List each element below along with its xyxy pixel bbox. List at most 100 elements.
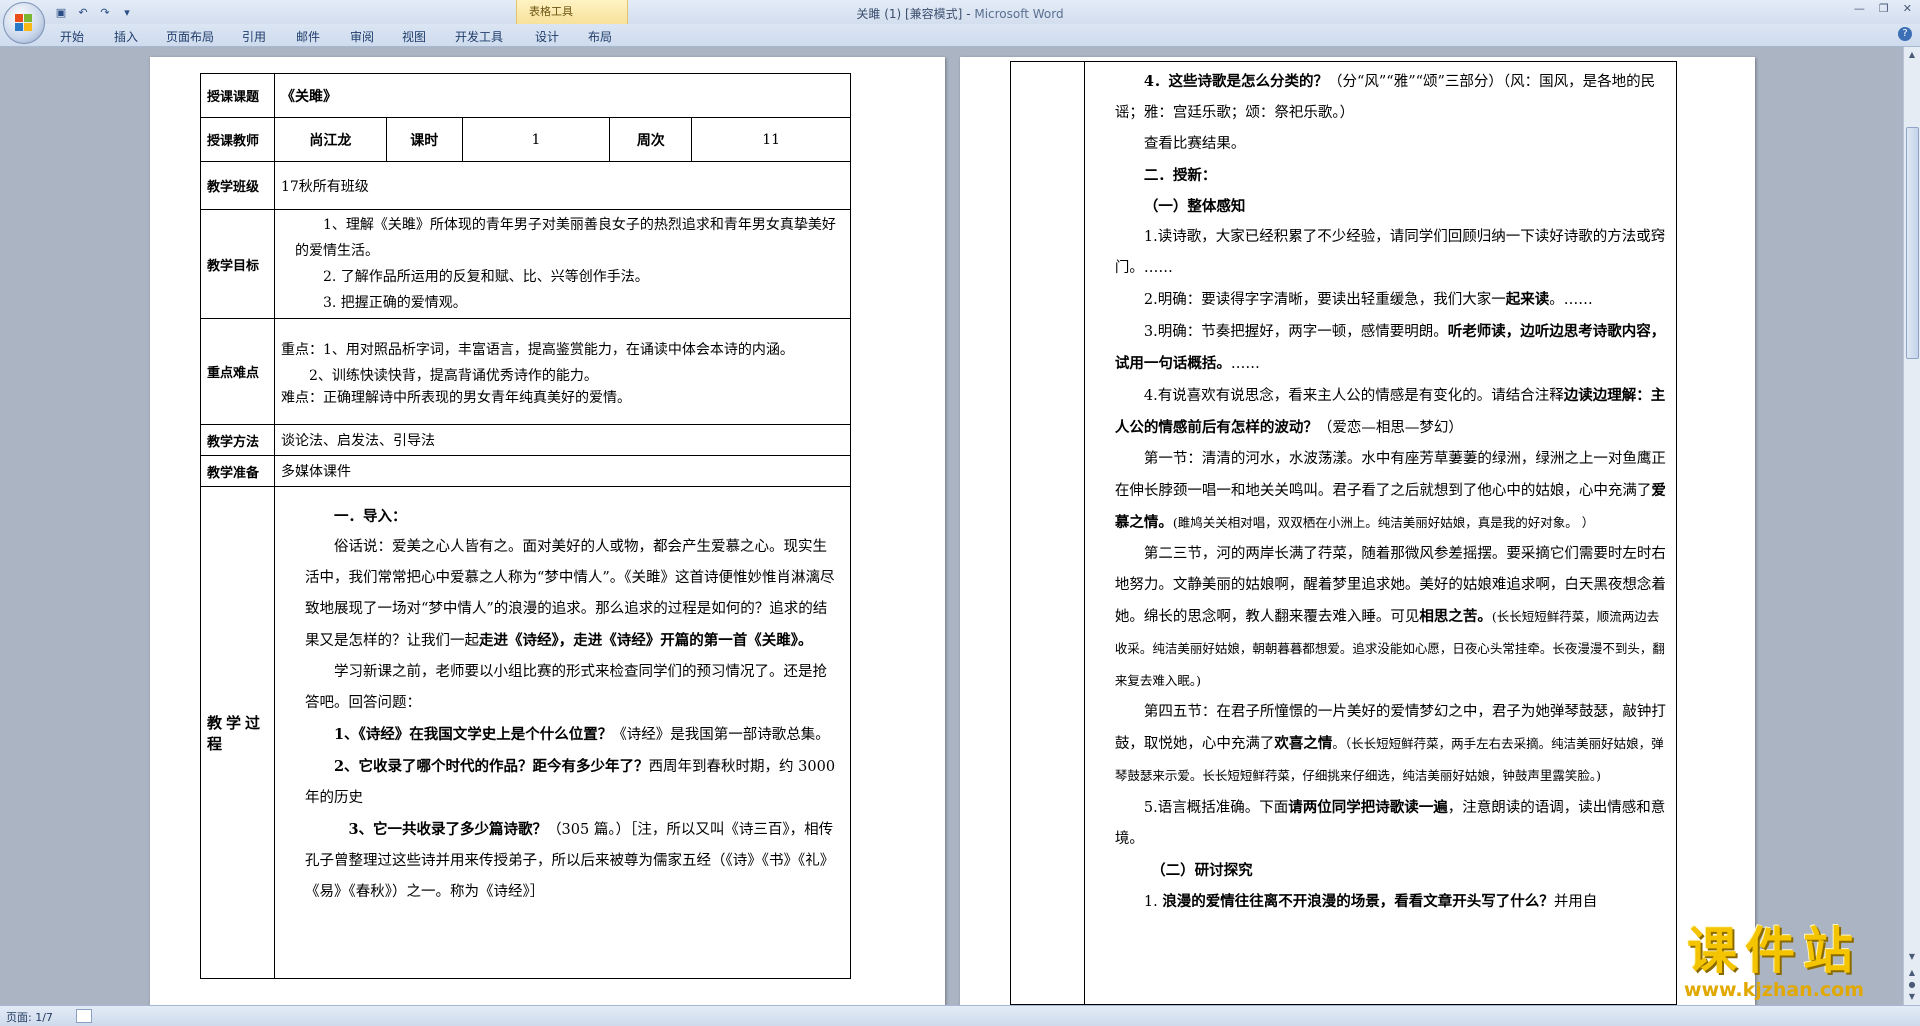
tab-insert[interactable]: 插入 — [114, 28, 138, 45]
watermark-url: www.kjzhan.com — [1683, 979, 1865, 1001]
page-count[interactable]: 页面: 1/7 — [6, 1009, 53, 1025]
reading-2: 2.明确：要读得字字清晰，要读出轻重缓急，我们大家一起来读。…… — [1115, 284, 1666, 316]
reading-4: 4.有说喜欢有说思念，看来主人公的情感是有变化的。请结合注释边读边理解：主人公的… — [1115, 380, 1666, 444]
discussion-1-tail: 并用自 — [1553, 894, 1598, 910]
process-table-continued: 4．这些诗歌是怎么分类的？（分“风”“雅”“颂”三部分）（风：国风，是各地的民谣… — [1010, 61, 1678, 1005]
week-label: 周次 — [609, 117, 693, 162]
title-bar: ▣ ↶ ↷ ▾ 表格工具 关雎 (1) [兼容模式] - Microsoft W… — [0, 0, 1920, 44]
tab-table-design[interactable]: 设计 — [535, 28, 559, 45]
process-row-continued: 4．这些诗歌是怎么分类的？（分“风”“雅”“颂”三部分）（风：国风，是各地的民谣… — [1010, 61, 1678, 1005]
difficulty: 难点：正确理解诗中所表现的男女青年纯真美好的爱情。 — [280, 389, 631, 406]
window-controls: — ❐ ✕ — [1854, 2, 1912, 15]
process-row: 教学过程 一．导入： 俗话说：爱美之心人皆有之。面对美好的人或物，都会产生爱慕之… — [200, 486, 852, 979]
tab-page-layout[interactable]: 页面布局 — [166, 28, 214, 45]
section-new-heading: 二．授新： — [1143, 167, 1217, 184]
goal-3: 3. 把握正确的爱情观。 — [322, 295, 467, 311]
restore-icon[interactable]: ❐ — [1879, 2, 1889, 15]
reading-5-bold: 请两位同学把诗歌读一遍 — [1288, 799, 1448, 816]
topic-row: 授课课题 《关雎》 — [200, 73, 852, 118]
tab-mailings[interactable]: 邮件 — [296, 28, 320, 45]
process-cell-continued[interactable]: 4．这些诗歌是怎么分类的？（分“风”“雅”“颂”三部分）（风：国风，是各地的民谣… — [1083, 61, 1678, 1005]
class-value[interactable]: 17秋所有班级 — [273, 161, 852, 210]
tab-view[interactable]: 视图 — [402, 28, 426, 45]
process-content: 一．导入： 俗话说：爱美之心人皆有之。面对美好的人或物，都会产生爱慕之心。现实生… — [305, 501, 838, 908]
subsection-overall: （一）整体感知 — [1143, 198, 1246, 215]
stanza-1-analysis: 第一节：清清的河水，水波荡漾。水中有座芳草萋萋的绿洲，绿洲之上一对鱼鹰正在伸长脖… — [1115, 444, 1666, 539]
page-1: 授课课题 《关雎》 授课教师 尚江龙 课时 1 周次 11 教学班级 17秋所有… — [150, 57, 945, 1005]
tab-home[interactable]: 开始 — [60, 28, 84, 45]
watermark-logo: 课件站 www.kjzhan.com — [1654, 922, 1894, 1002]
teacher-row: 授课教师 尚江龙 课时 1 周次 11 — [200, 117, 851, 162]
subsection-discussion: （二）研讨探究 — [1151, 862, 1253, 879]
proofing-icon[interactable] — [76, 1009, 92, 1023]
week-value[interactable]: 11 — [691, 117, 851, 162]
goals-cell[interactable]: 1、理解《关雎》所体现的青年男子对美丽善良女子的热烈追求和青年男女真挚美好的爱情… — [273, 209, 852, 319]
help-icon[interactable]: ? — [1898, 27, 1912, 41]
method-row: 教学方法 谈论法、启发法、引导法 — [200, 424, 852, 456]
process-label: 教学过程 — [200, 486, 275, 979]
stanza-2-analysis: 第二三节，河的两岸长满了荇菜，随着那微风参差摇摆。要采摘它们需要时左时右地努力。… — [1115, 539, 1666, 697]
document-area: 授课课题 《关雎》 授课教师 尚江龙 课时 1 周次 11 教学班级 17秋所有… — [0, 47, 1904, 1005]
tab-table-layout[interactable]: 布局 — [588, 28, 612, 45]
previous-page-icon[interactable]: ▲ — [1906, 967, 1918, 979]
quiz-intro: 学习新课之前，老师要以小组比赛的形式来检查同学们的预习情况了。还是抢答吧。回答问… — [304, 664, 827, 711]
watermark-title: 课件站 — [1687, 922, 1861, 980]
reading-5: 5.语言概括准确。下面请两位同学把诗歌读一遍，注意朗读的语调，读出情感和意境。 — [1115, 792, 1666, 855]
question-2: 2、它收录了哪个时代的作品？距今有多少年了？西周年到春秋时期，约 3000 年的… — [305, 751, 838, 814]
office-button[interactable] — [3, 2, 45, 44]
stanza-1-text: 第一节：清清的河水，水波荡漾。水中有座芳草萋萋的绿洲，绿洲之上一对鱼鹰正在伸长脖… — [1114, 451, 1666, 499]
teacher-label: 授课教师 — [200, 117, 275, 162]
reading-3: 3.明确：节奏把握好，两字一顿，感情要明朗。听老师读，边听边思考诗歌内容，试用一… — [1115, 316, 1666, 380]
method-value[interactable]: 谈论法、启发法、引导法 — [273, 424, 852, 456]
reading-2-bold: 起来读 — [1505, 291, 1550, 308]
process-label-cell-empty — [1010, 61, 1085, 1005]
select-browse-object-icon[interactable]: ● — [1906, 979, 1918, 991]
reading-5-text: 5.语言概括准确。下面 — [1143, 800, 1289, 816]
reading-2-text: 2.明确：要读得字字清晰，要读出轻重缓急，我们大家一 — [1143, 292, 1506, 308]
question-3-text: 3、它一共收录了多少篇诗歌？ — [348, 821, 548, 838]
check-result: 查看比赛结果。 — [1143, 136, 1246, 152]
stanza-3-bold: 欢喜之情 — [1274, 735, 1333, 752]
scroll-down-icon[interactable]: ▼ — [1906, 951, 1918, 963]
reading-4-text: 4.有说喜欢有说思念，看来主人公的情感是有变化的。请结合注释 — [1143, 388, 1564, 404]
stanza-1-translation: (雎鸠关关相对唱，双双栖在小洲上。纯洁美丽好姑娘，真是我的好对象。 ） — [1172, 515, 1595, 530]
key-points-label: 重点难点 — [200, 318, 275, 425]
goal-2: 2. 了解作品所运用的反复和赋、比、兴等创作手法。 — [322, 269, 649, 285]
tab-references[interactable]: 引用 — [242, 28, 266, 45]
scroll-up-icon[interactable]: ▲ — [1906, 49, 1918, 61]
question-4-text: 4．这些诗歌是怎么分类的？ — [1143, 73, 1328, 90]
minimize-icon[interactable]: — — [1854, 2, 1865, 15]
lesson-plan-table: 授课课题 《关雎》 授课教师 尚江龙 课时 1 周次 11 教学班级 17秋所有… — [200, 73, 852, 979]
process-content-continued: 4．这些诗歌是怎么分类的？（分“风”“雅”“颂”三部分）（风：国风，是各地的民谣… — [1115, 66, 1666, 918]
topic-label: 授课课题 — [200, 73, 275, 118]
key-points-cell[interactable]: 重点：1、用对照品析字词，丰富语言，提高鉴赏能力，在诵读中体会本诗的内涵。 2、… — [273, 318, 852, 425]
prep-row: 教学准备 多媒体课件 — [200, 455, 852, 487]
prep-label: 教学准备 — [200, 455, 275, 487]
prep-value[interactable]: 多媒体课件 — [273, 455, 852, 487]
stanza-3-analysis: 第四五节：在君子所憧憬的一片美好的爱情梦幻之中，君子为她弹琴鼓瑟，敲钟打鼓，取悦… — [1115, 697, 1666, 792]
tab-developer[interactable]: 开发工具 — [455, 28, 503, 45]
process-cell[interactable]: 一．导入： 俗话说：爱美之心人皆有之。面对美好的人或物，都会产生爱慕之心。现实生… — [273, 486, 852, 979]
app-name: Microsoft Word — [974, 7, 1064, 21]
answer-1-text: 《诗经》是我国第一部诗歌总集。 — [612, 727, 830, 743]
vertical-scrollbar[interactable]: ▲ ▼ ▲ ● ▼ — [1903, 47, 1920, 1005]
teacher-value[interactable]: 尚江龙 — [273, 117, 387, 162]
discussion-1-bold: 浪漫的爱情往往离不开浪漫的场景，看看文章开头写了什么？ — [1162, 893, 1554, 910]
intro-bold-text: 走进《诗经》，走进《诗经》开篇的第一首《关雎》。 — [478, 632, 813, 649]
reading-3-text: 3.明确：节奏把握好，两字一顿，感情要明朗。 — [1143, 324, 1448, 340]
goals-label: 教学目标 — [200, 209, 275, 319]
close-icon[interactable]: ✕ — [1903, 2, 1912, 15]
section-intro-heading: 一．导入： — [333, 508, 407, 525]
scroll-thumb[interactable] — [1906, 127, 1919, 359]
question-4: 4．这些诗歌是怎么分类的？（分“风”“雅”“颂”三部分）（风：国风，是各地的民谣… — [1115, 66, 1666, 129]
discussion-1: 1. 浪漫的爱情往往离不开浪漫的场景，看看文章开头写了什么？并用自 — [1115, 886, 1666, 918]
tab-review[interactable]: 审阅 — [350, 28, 374, 45]
status-bar: 页面: 1/7 — [0, 1005, 1920, 1026]
reading-2-tail: 。…… — [1549, 292, 1593, 308]
next-page-icon[interactable]: ▼ — [1906, 991, 1918, 1003]
topic-value[interactable]: 《关雎》 — [273, 73, 852, 118]
hours-value[interactable]: 1 — [461, 117, 611, 162]
goal-1: 1、理解《关雎》所体现的青年男子对美丽善良女子的热烈追求和青年男女真挚美好的爱情… — [294, 217, 836, 259]
discussion-1-number: 1. — [1143, 894, 1163, 910]
document-name: 关雎 (1) [兼容模式] — [856, 7, 963, 21]
